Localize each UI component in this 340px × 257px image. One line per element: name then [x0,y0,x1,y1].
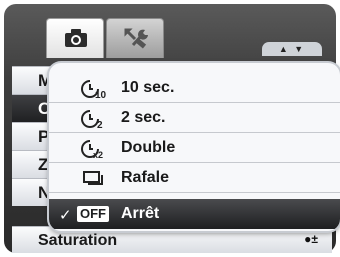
wrench-icon [124,28,148,49]
option-label: Rafale [121,169,170,186]
option-label: Arrêt [121,205,160,222]
self-timer-10-icon: 10 [81,80,107,100]
self-timer-double-icon: x2 [81,140,103,160]
saturation-label: Saturation [38,232,118,249]
option-rafale[interactable]: Rafale [49,163,340,193]
check-icon: ✓ [59,207,72,224]
menu-row-label: P [38,127,50,146]
option-label: Double [121,139,176,156]
saturation-indicator: ●± [304,232,318,246]
scroll-arrows: ▲ ▼ [262,42,322,56]
camera-icon [65,29,87,47]
tab-camera[interactable] [46,18,104,58]
menu-row-label: Z [38,155,49,174]
self-timer-2-icon: 2 [81,110,103,130]
option-10-sec[interactable]: 10 10 sec. [49,73,340,103]
burst-icon [83,171,103,185]
option-arret[interactable]: ✓ OFF Arrêt [49,199,340,229]
option-label: 10 sec. [121,79,175,96]
svg-text:10: 10 [95,90,107,100]
off-icon: OFF [77,206,109,222]
svg-text:2: 2 [97,120,103,130]
tab-setup[interactable] [106,18,164,58]
option-label: 2 sec. [121,109,166,126]
self-timer-popup: 10 10 sec. 2 2 sec. x2 Double Rafale ✓ O… [49,63,340,231]
option-double[interactable]: x2 Double [49,133,340,163]
svg-text:x2: x2 [93,150,103,160]
option-2-sec[interactable]: 2 2 sec. [49,103,340,133]
